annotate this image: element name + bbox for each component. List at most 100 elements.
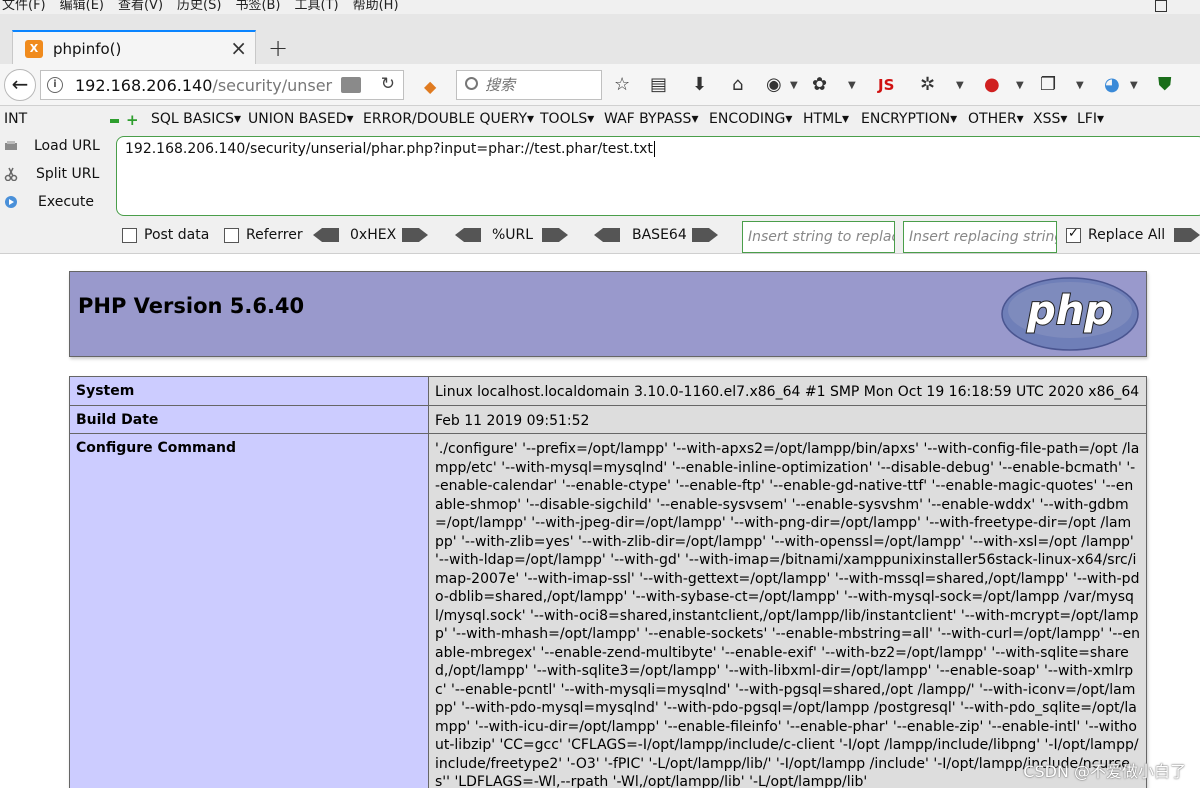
referrer-label: Referrer <box>246 227 303 243</box>
window-icon[interactable]: ❐ <box>1040 74 1056 95</box>
scissors-icon <box>4 167 18 181</box>
tab-strip: X phpinfo() × + <box>0 14 1200 64</box>
search-box[interactable] <box>456 70 602 100</box>
menu-waf-bypass[interactable]: WAF BYPASS▾ <box>604 111 698 127</box>
extension-icon[interactable]: ◕ <box>1104 74 1120 95</box>
download-icon[interactable]: ⬇ <box>692 74 707 95</box>
addon-icon[interactable]: ◆ <box>424 77 436 96</box>
close-tab-icon[interactable]: × <box>230 36 247 60</box>
bug-dropdown-icon[interactable]: ▼ <box>956 80 964 91</box>
hackbar-menu: INT + SQL BASICS▾ UNION BASED▾ ERROR/DOU… <box>0 111 1200 131</box>
decrease-icon[interactable] <box>110 119 119 123</box>
php-header: PHP Version 5.6.40 php <box>69 271 1147 357</box>
menu-encoding[interactable]: ENCODING▾ <box>709 111 792 127</box>
load-url-button[interactable]: Load URL <box>0 134 112 162</box>
base64-decode-arrow-icon[interactable] <box>594 228 620 242</box>
menu-edit[interactable]: 编辑(E) <box>60 0 104 13</box>
menu-other[interactable]: OTHER▾ <box>968 111 1024 127</box>
globe-dropdown-icon[interactable]: ▼ <box>790 80 798 91</box>
search-input[interactable] <box>485 75 595 95</box>
php-logo: php <box>1001 277 1139 351</box>
menu-sql-basics[interactable]: SQL BASICS▾ <box>151 111 241 127</box>
back-button[interactable]: ← <box>4 69 36 101</box>
play-icon <box>5 196 17 208</box>
palette-dropdown-icon[interactable]: ▼ <box>848 80 856 91</box>
menu-tools[interactable]: 工具(T) <box>295 0 339 13</box>
page-content: PHP Version 5.6.40 php System Linux loca… <box>0 254 1200 788</box>
menu-bookmarks[interactable]: 书签(B) <box>235 0 280 13</box>
execute-button[interactable]: Execute <box>0 190 112 218</box>
menu-union-based[interactable]: UNION BASED▾ <box>248 111 354 127</box>
load-url-icon <box>5 141 17 150</box>
maximize-window-button[interactable] <box>1155 0 1167 12</box>
navigation-toolbar: ← i 192.168.206.140/security/unser ↻ ◆ ☆… <box>0 64 1200 106</box>
replacing-string-input[interactable]: Insert replacing string <box>903 221 1057 253</box>
palette-icon[interactable]: ✿ <box>812 74 827 95</box>
menu-history[interactable]: 历史(S) <box>177 0 221 13</box>
reading-list-icon[interactable]: ▤ <box>650 74 667 95</box>
hex-decode-arrow-icon[interactable] <box>313 228 339 242</box>
xampp-icon: X <box>25 40 43 58</box>
window-dropdown-icon[interactable]: ▼ <box>1076 80 1084 91</box>
tab-title: phpinfo() <box>53 40 122 58</box>
menu-help[interactable]: 帮助(H) <box>353 0 399 13</box>
watermark: CSDN @不爱做小白了 <box>1023 762 1186 781</box>
search-icon <box>465 77 478 90</box>
menu-file[interactable]: 文件(F) <box>2 0 46 13</box>
reload-icon[interactable]: ↻ <box>381 74 395 94</box>
menu-xss[interactable]: XSS▾ <box>1033 111 1067 127</box>
proxy-icon[interactable]: ● <box>984 74 1000 95</box>
row-value-system: Linux localhost.localdomain 3.10.0-1160.… <box>428 376 1147 406</box>
page-title: PHP Version 5.6.40 <box>78 294 305 318</box>
info-icon[interactable]: i <box>47 77 63 93</box>
post-data-checkbox[interactable] <box>122 228 137 243</box>
table-row: Build Date Feb 11 2019 09:51:52 <box>69 404 1147 434</box>
hackbar-options: Post data Referrer 0xHEX %URL BASE64 Ins… <box>0 221 1200 253</box>
bug-icon[interactable]: ✲ <box>920 74 935 95</box>
menu-lfi[interactable]: LFI▾ <box>1077 111 1104 127</box>
menu-tools[interactable]: TOOLS▾ <box>540 111 594 127</box>
base64-label: BASE64 <box>632 227 687 243</box>
type-select[interactable]: INT <box>4 111 27 127</box>
table-row: System Linux localhost.localdomain 3.10.… <box>69 376 1147 406</box>
hex-label: 0xHEX <box>350 227 397 243</box>
menu-view[interactable]: 查看(V) <box>118 0 163 13</box>
address-bar-url[interactable]: 192.168.206.140/security/unser <box>75 76 332 95</box>
url-textarea[interactable]: 192.168.206.140/security/unserial/phar.p… <box>116 136 1200 216</box>
row-value-build-date: Feb 11 2019 09:51:52 <box>428 404 1147 434</box>
tab-phpinfo[interactable]: X phpinfo() × <box>12 30 256 64</box>
replace-string-input[interactable]: Insert string to replace <box>742 221 895 253</box>
base64-encode-arrow-icon[interactable] <box>692 228 718 242</box>
bookmark-star-icon[interactable]: ☆ <box>614 74 630 95</box>
new-tab-button[interactable]: + <box>268 34 288 62</box>
table-row: Configure Command './configure' '--prefi… <box>69 433 1147 788</box>
referrer-checkbox[interactable] <box>224 228 239 243</box>
javascript-toggle-icon[interactable]: JS <box>878 76 894 94</box>
hackbar-actions: Load URL Split URL Execute <box>0 134 112 218</box>
address-bar[interactable]: i 192.168.206.140/security/unser ↻ <box>40 70 404 100</box>
menu-error-double-query[interactable]: ERROR/DOUBLE QUERY▾ <box>363 111 534 127</box>
proxy-dropdown-icon[interactable]: ▼ <box>1016 80 1024 91</box>
url-decode-arrow-icon[interactable] <box>455 228 481 242</box>
globe-icon[interactable]: ◉ <box>766 74 782 95</box>
menu-html[interactable]: HTML▾ <box>803 111 849 127</box>
text-cursor <box>653 141 655 157</box>
home-icon[interactable]: ⌂ <box>732 74 743 95</box>
shield-icon[interactable]: ⛊ <box>1158 74 1172 95</box>
url-label: %URL <box>492 227 534 243</box>
replace-all-checkbox[interactable] <box>1066 226 1081 243</box>
post-data-label: Post data <box>144 227 210 243</box>
menu-encryption[interactable]: ENCRYPTION▾ <box>861 111 957 127</box>
replace-all-label: Replace All <box>1088 227 1166 243</box>
increase-icon[interactable]: + <box>126 113 139 128</box>
row-value-configure-command: './configure' '--prefix=/opt/lampp' '--w… <box>428 433 1147 788</box>
url-encode-arrow-icon[interactable] <box>542 228 568 242</box>
extension-dropdown-icon[interactable]: ▼ <box>1130 80 1138 91</box>
row-label-build-date: Build Date <box>69 404 429 434</box>
hex-encode-arrow-icon[interactable] <box>402 228 428 242</box>
url-textarea-value[interactable]: 192.168.206.140/security/unserial/phar.p… <box>125 141 655 157</box>
hackbar-panel: INT + SQL BASICS▾ UNION BASED▾ ERROR/DOU… <box>0 106 1200 254</box>
reader-view-icon[interactable] <box>341 77 361 93</box>
split-url-button[interactable]: Split URL <box>0 162 112 190</box>
replace-arrow-icon[interactable] <box>1174 228 1200 242</box>
